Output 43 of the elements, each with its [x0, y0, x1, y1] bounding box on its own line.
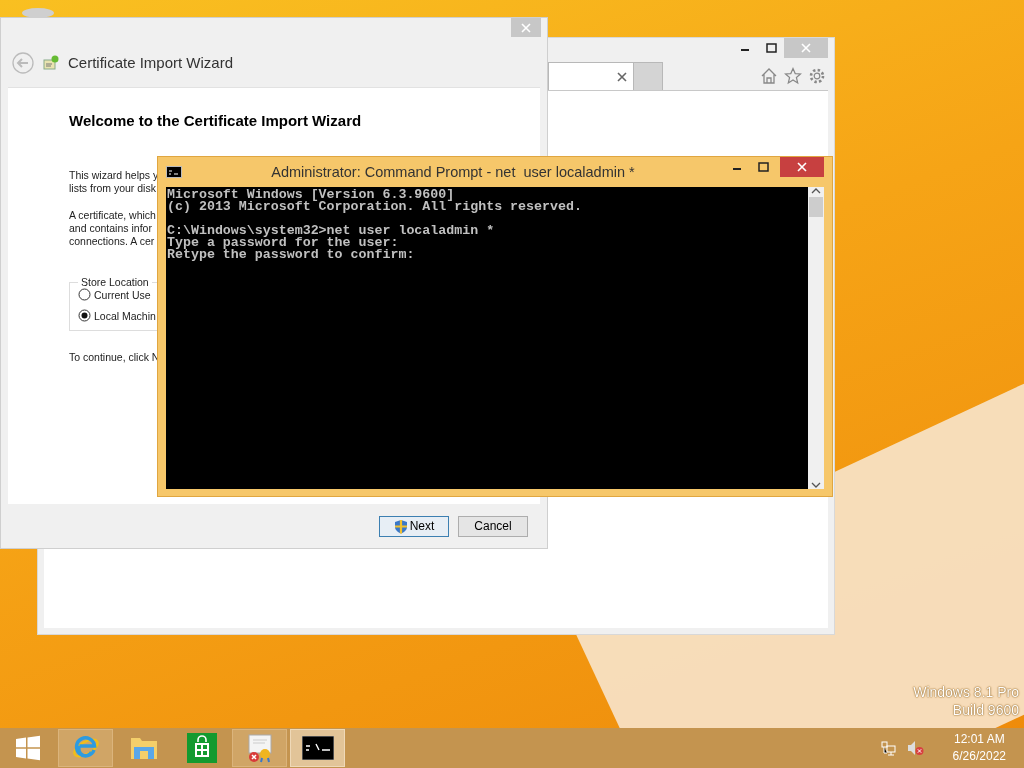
- certificate-wizard-icon: [42, 53, 60, 72]
- close-button[interactable]: [780, 157, 824, 177]
- taskbar-app-button[interactable]: [290, 729, 345, 767]
- close-icon: [521, 22, 531, 33]
- store-bag-icon: [186, 733, 217, 763]
- group-label: Store Location: [80, 276, 150, 288]
- console-line: Retype the password to confirm:: [167, 249, 415, 261]
- watermark-text: Windows 8.1 Pro: [913, 684, 1019, 700]
- close-icon: [797, 162, 807, 172]
- maximize-icon: [765, 43, 777, 53]
- watermark-text: Build 9600: [952, 702, 1019, 718]
- scroll-bar[interactable]: [808, 187, 824, 489]
- scroll-up-icon[interactable]: [811, 187, 821, 195]
- maximize-icon: [757, 162, 769, 172]
- console-icon: [301, 736, 334, 760]
- close-icon: [617, 71, 627, 82]
- wizard-button[interactable]: Cancel: [458, 515, 528, 537]
- scroll-down-icon[interactable]: [811, 481, 821, 489]
- close-button[interactable]: [511, 18, 541, 37]
- settings-icon[interactable]: [808, 67, 826, 85]
- radio-option[interactable]: Local Machin: [78, 309, 158, 322]
- paragraph-text-line: connections. A cer: [69, 235, 155, 248]
- console-line: Type a password for the user:: [167, 237, 399, 249]
- paragraph-text-line: and contains infor: [69, 222, 152, 235]
- wizard-heading: Welcome to the Certificate Import Wizard: [69, 112, 363, 129]
- home-icon[interactable]: [760, 67, 778, 85]
- browser-tab[interactable]: [548, 62, 634, 90]
- wizard-button[interactable]: Next: [379, 515, 449, 537]
- windows-logo-icon: [14, 735, 41, 761]
- console-line: C:\Windows\system32>net user localadmin *: [167, 225, 495, 237]
- window-title: Administrator: Command Prompt - net user localadmin *: [270, 164, 636, 180]
- close-icon: [801, 43, 811, 53]
- console-line: Microsoft Windows [Version 6.3.9600]: [167, 189, 455, 201]
- radio-option[interactable]: Current Use: [78, 288, 158, 301]
- network-icon[interactable]: [880, 740, 897, 756]
- favorites-star-icon[interactable]: [784, 67, 802, 85]
- scroll-thumb[interactable]: [809, 197, 823, 217]
- paragraph-text-line: A certificate, which: [69, 209, 156, 222]
- console-line: (c) 2013 Microsoft Corporation. All rights reserved.: [167, 201, 582, 213]
- paragraph-text-line: lists from your disk: [69, 182, 156, 195]
- muted-speaker-icon[interactable]: [906, 740, 925, 756]
- window-title: Certificate Import Wizard: [68, 54, 234, 71]
- console-icon: [166, 166, 182, 178]
